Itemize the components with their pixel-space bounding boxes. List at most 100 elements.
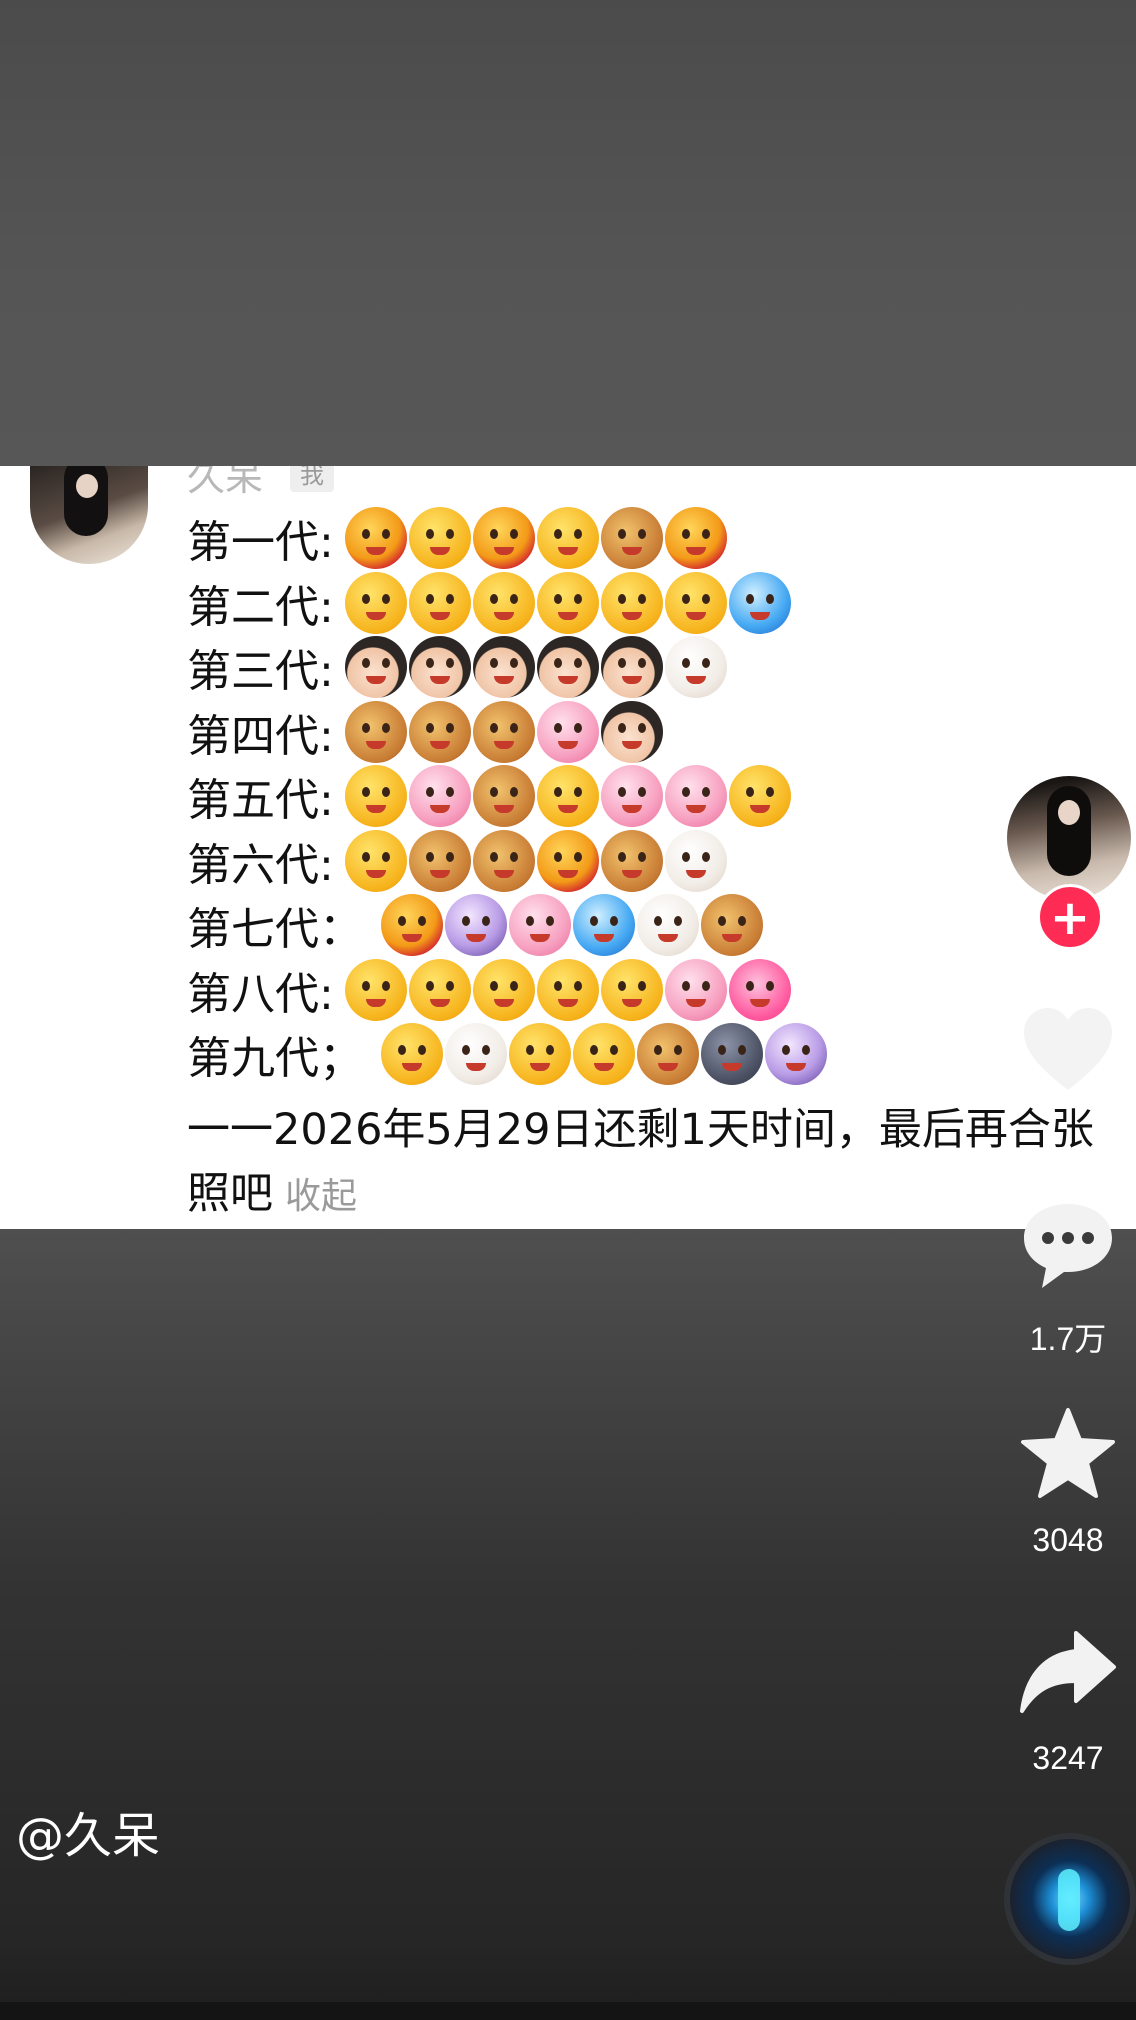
sticker-emoji-icon: [665, 636, 727, 699]
author-handle[interactable]: @久呆: [16, 1796, 160, 1866]
sticker-emoji-icon: [381, 1023, 443, 1086]
music-disc-icon[interactable]: [1004, 1833, 1136, 1965]
sticker-emoji-icon: [473, 507, 535, 570]
emoji-set: [345, 571, 793, 634]
sticker-emoji-icon: [409, 636, 471, 699]
emoji-set: [345, 700, 665, 763]
sticker-emoji-icon: [665, 829, 727, 892]
sticker-emoji-icon: [601, 958, 663, 1021]
emoji-set: [381, 1023, 829, 1086]
generation-row: 第六代:: [187, 829, 829, 894]
generation-list: 第一代: 第二代: 第三代: 第四代: 第五代: 第六代: 第七代： 第八代: 第九代；: [187, 506, 829, 1087]
commenter-name: 久呆: [187, 466, 264, 499]
sticker-emoji-icon: [537, 507, 599, 570]
sticker-emoji-icon: [665, 958, 727, 1021]
sticker-emoji-icon: [537, 571, 599, 634]
sticker-emoji-icon: [473, 958, 535, 1021]
sticker-emoji-icon: [445, 1023, 507, 1086]
commenter-avatar: [30, 466, 148, 564]
sticker-emoji-icon: [637, 1023, 699, 1086]
generation-row: 第七代：: [187, 893, 829, 958]
video-top-background: [0, 0, 1136, 466]
emoji-set: [345, 958, 793, 1021]
generation-row: 第九代；: [187, 1022, 829, 1087]
sticker-emoji-icon: [473, 700, 535, 763]
sticker-emoji-icon: [729, 958, 791, 1021]
sticker-emoji-icon: [765, 1023, 827, 1086]
sticker-emoji-icon: [637, 894, 699, 957]
sticker-emoji-icon: [665, 765, 727, 828]
favorite-count: 3048: [1032, 1522, 1104, 1558]
generation-label: 第六代:: [187, 839, 334, 891]
sticker-emoji-icon: [729, 571, 791, 634]
generation-label: 第二代:: [187, 581, 334, 633]
sticker-emoji-icon: [509, 1023, 571, 1086]
generation-row: 第三代:: [187, 635, 829, 700]
action-rail: + 1.7万 3048 3247: [1000, 0, 1136, 2020]
sticker-emoji-icon: [537, 829, 599, 892]
sticker-emoji-icon: [409, 958, 471, 1021]
sticker-emoji-icon: [409, 571, 471, 634]
sticker-emoji-icon: [601, 829, 663, 892]
sticker-emoji-icon: [409, 765, 471, 828]
sticker-emoji-icon: [473, 765, 535, 828]
generation-label: 第五代:: [187, 775, 334, 827]
sticker-emoji-icon: [701, 1023, 763, 1086]
generation-row: 第四代:: [187, 700, 829, 765]
sticker-emoji-icon: [537, 636, 599, 699]
emoji-set: [345, 636, 729, 699]
emoji-set: [345, 507, 729, 570]
sticker-emoji-icon: [537, 700, 599, 763]
comment-icon[interactable]: [1018, 1196, 1118, 1296]
generation-label: 第一代:: [187, 517, 334, 569]
commenter-self-tag: 我: [290, 466, 334, 492]
sticker-emoji-icon: [345, 700, 407, 763]
collapse-link[interactable]: 收起: [285, 1176, 357, 1217]
comment-count: 1.7万: [1029, 1321, 1107, 1357]
follow-button[interactable]: +: [1037, 884, 1103, 950]
generation-row: 第五代:: [187, 764, 829, 829]
sticker-emoji-icon: [509, 894, 571, 957]
generation-label: 第四代:: [187, 710, 334, 762]
video-bottom-background: [0, 1229, 1136, 2020]
sticker-emoji-icon: [537, 765, 599, 828]
emoji-set: [345, 829, 729, 892]
sticker-emoji-icon: [345, 765, 407, 828]
sticker-emoji-icon: [601, 636, 663, 699]
bottom-bar: [0, 2002, 1136, 2020]
sticker-emoji-icon: [473, 829, 535, 892]
generation-row: 第八代:: [187, 958, 829, 1023]
sticker-emoji-icon: [473, 636, 535, 699]
sticker-emoji-icon: [345, 958, 407, 1021]
generation-row: 第一代:: [187, 506, 829, 571]
sticker-emoji-icon: [381, 894, 443, 957]
emoji-set: [381, 894, 765, 957]
sticker-emoji-icon: [573, 894, 635, 957]
share-arrow-icon[interactable]: [1018, 1622, 1118, 1722]
sticker-emoji-icon: [701, 894, 763, 957]
emoji-set: [345, 765, 793, 828]
sticker-emoji-icon: [665, 507, 727, 570]
sticker-emoji-icon: [665, 571, 727, 634]
favorite-star-icon[interactable]: [1018, 1404, 1118, 1504]
video-screenshot-card[interactable]: 久呆 我 第一代: 第二代: 第三代: 第四代: 第五代: 第六代: 第七代： 第八代: 第九代…: [0, 466, 1136, 1229]
generation-label: 第七代：: [187, 904, 363, 956]
generation-label: 第九代；: [187, 1033, 363, 1085]
sticker-emoji-icon: [345, 507, 407, 570]
share-count: 3247: [1032, 1740, 1104, 1776]
sticker-emoji-icon: [345, 571, 407, 634]
sticker-emoji-icon: [601, 507, 663, 570]
sticker-emoji-icon: [573, 1023, 635, 1086]
sticker-emoji-icon: [601, 765, 663, 828]
generation-label: 第三代:: [187, 646, 334, 698]
sticker-emoji-icon: [409, 700, 471, 763]
sticker-emoji-icon: [473, 571, 535, 634]
like-heart-icon[interactable]: [1018, 1000, 1118, 1100]
sticker-emoji-icon: [445, 894, 507, 957]
sticker-emoji-icon: [601, 571, 663, 634]
sticker-emoji-icon: [729, 765, 791, 828]
sticker-emoji-icon: [409, 507, 471, 570]
sticker-emoji-icon: [345, 829, 407, 892]
post-caption: 一一2026年5月29日还剩1天时间，最后再合张照吧 收起: [187, 1098, 1117, 1229]
generation-label: 第八代:: [187, 968, 334, 1020]
